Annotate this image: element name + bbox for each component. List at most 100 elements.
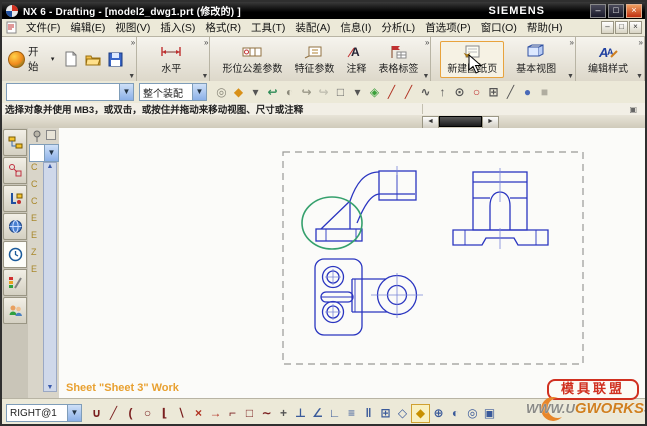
annotation-button[interactable]: A 注释 — [340, 42, 372, 77]
mdi-restore-button[interactable]: □ — [615, 21, 628, 34]
start-menu-button[interactable]: 开始 ▾ — [8, 44, 54, 74]
graphics-window[interactable]: Sheet "Sheet 3" Work — [59, 128, 645, 398]
show-constraints-icon[interactable]: ≡ — [343, 405, 360, 422]
base-view-button[interactable]: 基本视图 — [510, 42, 562, 77]
palette-entry-3[interactable]: E — [31, 213, 41, 223]
menu-2[interactable]: 视图(V) — [110, 19, 155, 36]
combo-dropdown-icon[interactable]: ▼ — [119, 84, 133, 100]
point-icon[interactable]: + — [275, 405, 292, 422]
constraint-navigator-tab[interactable] — [3, 157, 27, 184]
fillet-icon[interactable]: ⌊ — [156, 405, 173, 422]
close-button[interactable]: × — [626, 4, 642, 18]
toolbar-options-icon[interactable]: ▼ — [567, 73, 574, 80]
palette-entry-4[interactable]: E — [31, 230, 41, 240]
undo-hook-icon[interactable]: ↪ — [298, 84, 315, 101]
overflow-chevron-icon[interactable]: » — [204, 38, 208, 47]
maximize-button[interactable]: □ — [608, 4, 624, 18]
fit-view-icon[interactable]: ▣ — [629, 105, 637, 114]
scroll-up-icon[interactable]: ▲ — [47, 163, 54, 170]
combo-dropdown-icon[interactable]: ▼ — [192, 84, 206, 100]
open-file-button[interactable] — [83, 50, 103, 68]
scroll-down-icon[interactable]: ▼ — [47, 384, 54, 391]
feature-parameters-button[interactable]: 特征参数 — [288, 42, 340, 77]
pattern-icon[interactable]: ⊞ — [377, 405, 394, 422]
horizontal-scrollbar[interactable]: ◄ ► — [422, 116, 499, 127]
overflow-chevron-icon[interactable]: » — [570, 38, 574, 47]
line-icon[interactable]: ╱ — [105, 405, 122, 422]
roles-tab[interactable] — [3, 297, 27, 324]
menu-10[interactable]: 窗口(O) — [476, 19, 522, 36]
quick-extend-icon[interactable]: → — [207, 405, 224, 422]
profile-icon[interactable]: ∪ — [88, 405, 105, 422]
new-file-button[interactable] — [61, 50, 81, 68]
minimize-button[interactable]: – — [590, 4, 606, 18]
palette-entry-6[interactable]: E — [31, 264, 41, 274]
palette-filter-combo[interactable]: ▼ — [29, 144, 59, 162]
palette-entry-2[interactable]: C — [31, 196, 41, 206]
reset-filter-icon[interactable]: ↩ — [264, 84, 281, 101]
endpoint-icon[interactable]: ╱ — [383, 84, 400, 101]
combo-dropdown-icon[interactable]: ▼ — [44, 145, 58, 161]
menu-7[interactable]: 信息(I) — [335, 19, 376, 36]
toolbar-options-icon[interactable]: ▼ — [423, 73, 430, 80]
drafting-ops-icon[interactable]: ▣ — [481, 405, 498, 422]
redo-hook-icon[interactable]: ↪ — [315, 84, 332, 101]
angle-constraint-icon[interactable]: ∠ — [309, 405, 326, 422]
offset-icon[interactable]: ⊕ — [430, 405, 447, 422]
view-top[interactable] — [315, 259, 423, 335]
highlight-dropdown-icon[interactable]: ▾ — [247, 84, 264, 101]
palette-scrollbar[interactable]: ▲ ▼ — [43, 162, 57, 392]
highlight-selection-icon[interactable]: ◆ — [230, 84, 247, 101]
scrollbar-thumb[interactable] — [439, 116, 482, 127]
selection-filter-icon[interactable]: ◎ — [213, 84, 230, 101]
menu-4[interactable]: 格式(R) — [200, 19, 246, 36]
perpendicular-constraint-icon[interactable]: ⊥ — [292, 405, 309, 422]
overflow-chevron-icon[interactable]: » — [131, 38, 135, 47]
view-gooseneck-bracket[interactable] — [316, 166, 416, 241]
make-corner-icon[interactable]: ⌐ — [224, 405, 241, 422]
snap-point-icon[interactable]: ◈ — [366, 84, 383, 101]
pushpin-icon[interactable] — [32, 130, 43, 142]
palette-entry-5[interactable]: Z — [31, 247, 41, 257]
panel-close-icon[interactable] — [46, 130, 56, 140]
edit-style-button[interactable]: AA 编辑样式 — [582, 42, 634, 77]
quick-trim-icon[interactable]: × — [190, 405, 207, 422]
selection-scope-combo[interactable]: 整个装配 ▼ — [139, 83, 207, 101]
menu-8[interactable]: 分析(L) — [376, 19, 420, 36]
sphere-point-icon[interactable]: ● — [519, 84, 536, 101]
palette-entry-1[interactable]: C — [31, 179, 41, 189]
geometric-tolerance-button[interactable]: 形位公差参数 — [216, 42, 288, 77]
cube-point-icon[interactable]: ■ — [536, 84, 553, 101]
overflow-chevron-icon[interactable]: » — [425, 38, 429, 47]
circle-icon[interactable]: ○ — [139, 405, 156, 422]
selection-filter-combo[interactable]: ▼ — [6, 83, 134, 101]
existing-point-icon[interactable]: ⊞ — [485, 84, 502, 101]
save-button[interactable] — [105, 50, 125, 68]
dimension-icon[interactable]: ‖ — [360, 405, 377, 422]
rectangle-select-dropdown-icon[interactable]: ▾ — [349, 84, 366, 101]
palettes-tab[interactable] — [3, 269, 27, 296]
arc-center-icon[interactable]: ⊙ — [451, 84, 468, 101]
toolbar-options-icon[interactable]: ▼ — [128, 73, 135, 80]
horizontal-dimension-button[interactable]: 水平 — [153, 41, 189, 77]
point-on-curve-icon[interactable]: ∿ — [417, 84, 434, 101]
control-point-icon[interactable]: ↑ — [434, 84, 451, 101]
sketch-style-icon[interactable]: ◆ — [411, 404, 430, 423]
combo-dropdown-icon[interactable]: ▼ — [67, 405, 81, 421]
table-label-button[interactable]: 表格标签 — [372, 42, 424, 77]
chamfer-icon[interactable]: ∖ — [173, 405, 190, 422]
convert-icon[interactable]: ◎ — [464, 405, 481, 422]
animate-dimension-icon[interactable]: ◐ — [447, 405, 464, 422]
overflow-chevron-icon[interactable]: » — [639, 38, 643, 47]
view-front[interactable] — [453, 168, 548, 249]
auto-constrain-icon[interactable]: ∟ — [326, 405, 343, 422]
studio-spline-icon[interactable]: ∼ — [258, 405, 275, 422]
history-tab[interactable] — [3, 241, 27, 268]
show-hide-icon[interactable]: ◐ — [281, 84, 298, 101]
rectangle-icon[interactable]: □ — [241, 405, 258, 422]
mirror-icon[interactable]: ◇ — [394, 405, 411, 422]
point-slash-icon[interactable]: ╱ — [502, 84, 519, 101]
web-browser-tab[interactable] — [3, 213, 27, 240]
midpoint-icon[interactable]: ╱ — [400, 84, 417, 101]
menu-3[interactable]: 插入(S) — [155, 19, 200, 36]
